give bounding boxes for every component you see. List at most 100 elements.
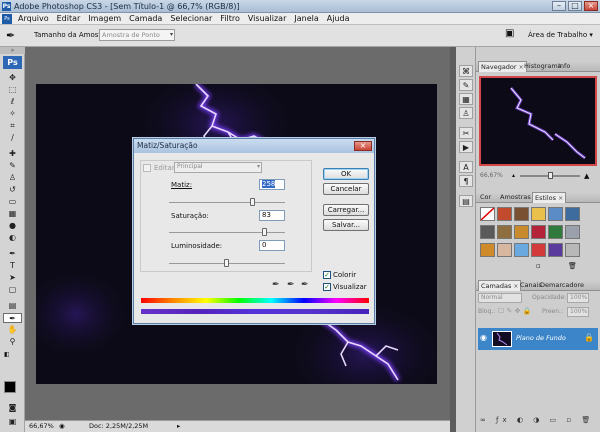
menu-filtro[interactable]: Filtro	[216, 13, 244, 25]
menu-visualizar[interactable]: Visualizar	[244, 13, 291, 25]
zoom-level[interactable]: 66,67%	[29, 421, 54, 432]
menu-ajuda[interactable]: Ajuda	[323, 13, 354, 25]
pen-tool-icon[interactable]: ✒	[3, 249, 22, 259]
clone-source-panel-icon[interactable]: ♙	[459, 107, 473, 119]
lock-icons[interactable]: ☐ ✎ ✥ 🔒	[498, 307, 531, 315]
eraser-tool-icon[interactable]: ▭	[3, 197, 22, 207]
blur-tool-icon[interactable]: ●	[3, 221, 22, 231]
eyedropper-tool-button-icon[interactable]: ✒	[3, 313, 22, 323]
style-swatch[interactable]	[531, 225, 546, 239]
saturation-input[interactable]: 83	[259, 210, 285, 221]
slice-tool-icon[interactable]: ∕	[3, 133, 22, 143]
clone-stamp-tool-icon[interactable]: ♙	[3, 173, 22, 183]
hue-slider-track[interactable]	[169, 202, 285, 203]
gradient-tool-icon[interactable]: ▦	[3, 209, 22, 219]
brush-tool-icon[interactable]: ✎	[3, 161, 22, 171]
zoom-tool-icon[interactable]: ⚲	[3, 337, 22, 347]
menu-arquivo[interactable]: Arquivo	[14, 13, 53, 25]
zoom-out-icon[interactable]: ▴	[512, 170, 515, 182]
sample-size-select[interactable]: Amostra de Ponto ▾	[99, 29, 175, 41]
ps-logo-button[interactable]: Ps	[3, 56, 22, 69]
lasso-tool-icon[interactable]: ℓ	[3, 97, 22, 107]
tab-demarcadores[interactable]: Demarcadores	[538, 280, 584, 291]
workspace-menu[interactable]: Área de Trabalho ▾	[528, 31, 593, 39]
dialog-title[interactable]: Matiz/Saturação	[134, 139, 374, 153]
style-swatch[interactable]	[497, 207, 512, 221]
eyedropper-minus-icon[interactable]: ✒	[301, 280, 309, 290]
status-menu-arrow-icon[interactable]: ▸	[177, 421, 180, 432]
eyedropper-plus-icon[interactable]: ✒	[287, 280, 295, 290]
dodge-tool-icon[interactable]: ◐	[3, 233, 22, 243]
fill-field[interactable]: 100%	[567, 307, 589, 317]
hue-slider-thumb[interactable]	[249, 198, 255, 206]
style-swatch[interactable]	[548, 243, 563, 257]
hand-tool-icon[interactable]: ✋	[3, 325, 22, 335]
ok-button[interactable]: OK	[323, 168, 369, 180]
menu-camada[interactable]: Camada	[125, 13, 166, 25]
tab-navegador[interactable]: Navegador ×	[478, 61, 527, 72]
layer-comps-panel-icon[interactable]: ▦	[459, 93, 473, 105]
cancel-button[interactable]: Cancelar	[323, 183, 369, 195]
toolbox-grip[interactable]: »	[0, 47, 25, 54]
saturation-slider-thumb[interactable]	[262, 228, 268, 236]
info-panel-icon[interactable]: ▤	[459, 195, 473, 207]
close-button[interactable]: ×	[584, 1, 598, 11]
history-panel-icon[interactable]: ✂	[459, 127, 473, 139]
magic-wand-tool-icon[interactable]: ✧	[3, 109, 22, 119]
tab-camadas[interactable]: Camadas ×	[478, 280, 522, 291]
history-brush-tool-icon[interactable]: ↺	[3, 185, 22, 195]
brushes-panel-icon[interactable]: ⌘	[459, 65, 473, 77]
lightness-input[interactable]: 0	[259, 240, 285, 251]
eyedropper-icon[interactable]: ✒	[272, 280, 280, 290]
style-swatch[interactable]	[565, 225, 580, 239]
shape-tool-icon[interactable]: ▢	[3, 285, 22, 295]
eyedropper-tool-icon[interactable]: ✒	[6, 29, 15, 42]
status-info-icon[interactable]: ◉	[59, 421, 65, 432]
style-swatch[interactable]	[565, 243, 580, 257]
app-menu-icon[interactable]: Ps	[2, 13, 12, 24]
style-swatch[interactable]	[548, 207, 563, 221]
dialog-close-button[interactable]: ×	[354, 141, 372, 151]
preview-checkbox[interactable]: ✓	[323, 283, 331, 291]
path-selection-tool-icon[interactable]: ➤	[3, 273, 22, 283]
opacity-field[interactable]: 100%	[567, 293, 589, 303]
menu-janela[interactable]: Janela	[290, 13, 322, 25]
tab-cor[interactable]: Cor	[478, 192, 493, 203]
hue-input[interactable]: 258	[259, 179, 285, 190]
style-swatch[interactable]	[514, 225, 529, 239]
eye-icon[interactable]: ◉	[480, 333, 487, 342]
tab-amostras[interactable]: Amostras	[498, 192, 533, 203]
layers-footer-icons[interactable]: ∞ ƒx ◐ ◑ ▭ ▫ 🗑	[480, 416, 596, 428]
style-swatch[interactable]	[531, 207, 546, 221]
blend-mode-select[interactable]: Normal	[478, 293, 522, 303]
actions-panel-icon[interactable]: ▶	[459, 141, 473, 153]
menu-imagem[interactable]: Imagem	[84, 13, 125, 25]
tab-estilos[interactable]: Estilos ×	[532, 192, 567, 203]
new-style-icon[interactable]: ▫	[536, 262, 541, 270]
menu-selecionar[interactable]: Selecionar	[166, 13, 216, 25]
quick-mask-icon[interactable]: ◙	[3, 403, 22, 413]
delete-style-icon[interactable]: 🗑	[568, 262, 577, 270]
style-swatch[interactable]	[480, 243, 495, 257]
maximize-button[interactable]: □	[568, 1, 582, 11]
foreground-color-swatch[interactable]	[4, 381, 16, 393]
minimize-button[interactable]: –	[552, 1, 566, 11]
healing-brush-tool-icon[interactable]: ✚	[3, 149, 22, 159]
marquee-tool-icon[interactable]: ⬚	[3, 85, 22, 95]
character-panel-icon[interactable]: A	[459, 161, 473, 173]
move-tool-icon[interactable]: ✥	[3, 73, 22, 83]
saturation-slider-track[interactable]	[169, 232, 285, 233]
paragraph-panel-icon[interactable]: ¶	[459, 175, 473, 187]
style-swatch[interactable]	[514, 243, 529, 257]
tab-info[interactable]: Info	[556, 61, 572, 72]
style-swatch[interactable]	[565, 207, 580, 221]
default-colors-icon[interactable]: ◧	[4, 351, 10, 358]
screen-mode-icon[interactable]: ▣	[3, 417, 22, 427]
tool-presets-panel-icon[interactable]: ✎	[459, 79, 473, 91]
navigator-zoom[interactable]: 66,67%	[480, 170, 503, 182]
zoom-in-icon[interactable]: ▲	[584, 170, 589, 182]
workspace-icon[interactable]: ▣	[505, 28, 519, 41]
lightness-slider-thumb[interactable]	[224, 259, 229, 267]
layer-name[interactable]: Plano de Fundo	[516, 334, 566, 342]
menu-editar[interactable]: Editar	[53, 13, 85, 25]
